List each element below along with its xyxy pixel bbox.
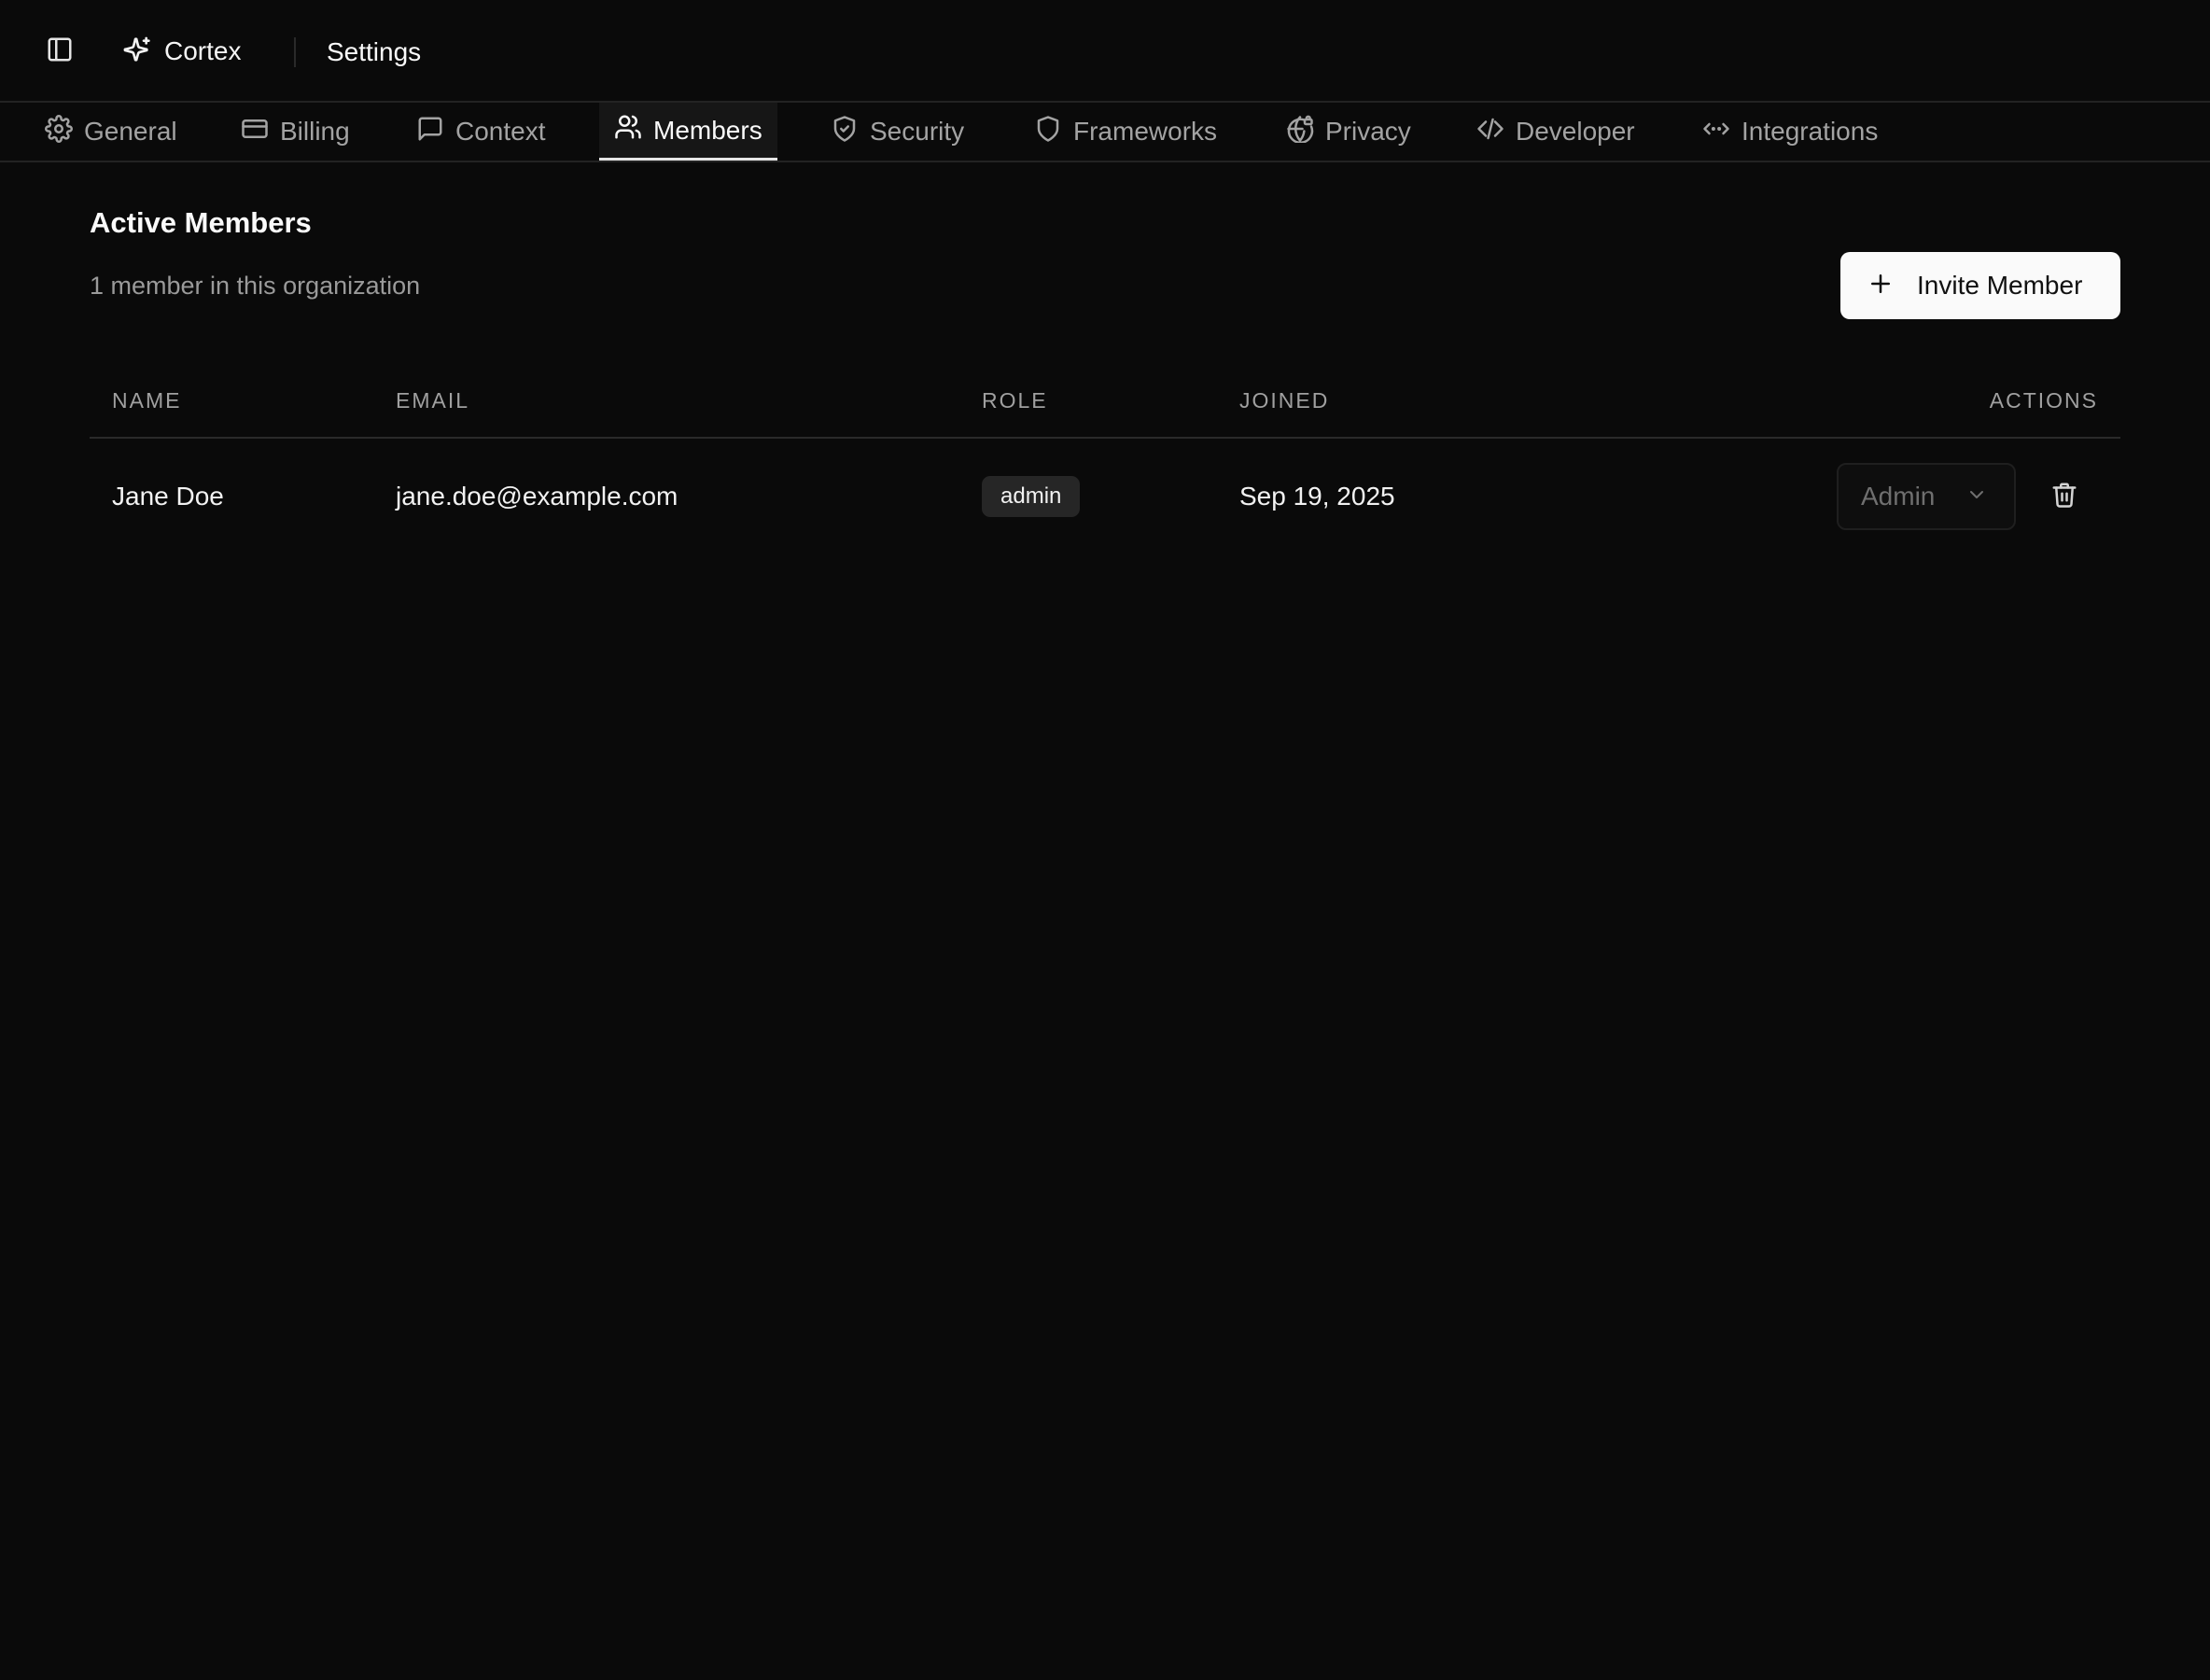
column-header-email: EMAIL bbox=[396, 388, 470, 413]
tab-frameworks[interactable]: Frameworks bbox=[1034, 103, 1217, 161]
tab-label: Billing bbox=[280, 117, 350, 146]
tab-general[interactable]: General bbox=[45, 103, 177, 161]
tab-security[interactable]: Security bbox=[831, 103, 964, 161]
role-select[interactable]: Admin bbox=[1837, 463, 2016, 530]
shield-check-icon bbox=[831, 115, 859, 149]
plus-icon bbox=[1867, 270, 1895, 302]
column-header-name: NAME bbox=[112, 388, 182, 413]
members-table: NAME EMAIL ROLE JOINED ACTIONS Jane Doe … bbox=[90, 364, 2120, 554]
code-icon bbox=[1476, 115, 1504, 149]
page-title: Settings bbox=[327, 37, 422, 66]
brand-name: Cortex bbox=[164, 36, 242, 65]
sparkles-icon bbox=[121, 35, 151, 69]
tab-label: Privacy bbox=[1325, 117, 1411, 146]
member-name: Jane Doe bbox=[112, 482, 224, 511]
brand-link[interactable]: Cortex bbox=[121, 31, 241, 72]
users-icon bbox=[614, 113, 642, 147]
column-header-actions: ACTIONS bbox=[1989, 388, 2098, 413]
tab-billing[interactable]: Billing bbox=[241, 103, 350, 161]
top-bar-divider bbox=[294, 37, 296, 67]
tab-integrations[interactable]: Integrations bbox=[1702, 103, 1878, 161]
sidebar-toggle-button[interactable] bbox=[43, 35, 77, 68]
shield-icon bbox=[1034, 115, 1062, 149]
code-xml-icon bbox=[1702, 115, 1730, 149]
column-header-joined: JOINED bbox=[1239, 388, 1330, 413]
role-select-value: Admin bbox=[1861, 482, 1936, 511]
settings-tabs: General Billing Context Members Security… bbox=[0, 103, 2210, 162]
table-header: NAME EMAIL ROLE JOINED ACTIONS bbox=[90, 364, 2120, 439]
member-email: jane.doe@example.com bbox=[396, 482, 678, 511]
credit-card-icon bbox=[241, 115, 269, 149]
invite-member-label: Invite Member bbox=[1917, 271, 2083, 300]
gear-icon bbox=[45, 114, 73, 149]
invite-member-button[interactable]: Invite Member bbox=[1840, 252, 2120, 319]
top-bar: Cortex Settings bbox=[0, 0, 2210, 103]
member-count-text: 1 member in this organization bbox=[90, 272, 421, 300]
tab-label: General bbox=[84, 117, 177, 146]
section-title: Active Members bbox=[90, 206, 312, 239]
tab-context[interactable]: Context bbox=[416, 103, 546, 161]
role-badge: admin bbox=[982, 476, 1081, 517]
tab-label: Members bbox=[653, 115, 762, 145]
tab-privacy[interactable]: Privacy bbox=[1286, 103, 1411, 161]
tab-label: Developer bbox=[1516, 117, 1635, 146]
tab-members[interactable]: Members bbox=[599, 103, 777, 161]
member-joined-date: Sep 19, 2025 bbox=[1239, 482, 1395, 511]
tab-label: Context bbox=[455, 117, 546, 146]
panel-left-icon bbox=[46, 35, 74, 68]
remove-member-button[interactable] bbox=[2044, 476, 2085, 517]
tab-label: Frameworks bbox=[1073, 117, 1218, 146]
column-header-role: ROLE bbox=[982, 388, 1048, 413]
tab-label: Integrations bbox=[1741, 117, 1879, 146]
tab-label: Security bbox=[870, 117, 965, 146]
chevron-down-icon bbox=[1965, 483, 1988, 511]
tab-developer[interactable]: Developer bbox=[1476, 103, 1635, 161]
message-square-icon bbox=[416, 115, 444, 149]
globe-lock-icon bbox=[1286, 115, 1314, 149]
trash-icon bbox=[2050, 481, 2078, 513]
table-row: Jane Doe jane.doe@example.com Sep 19, 20… bbox=[90, 439, 2120, 554]
